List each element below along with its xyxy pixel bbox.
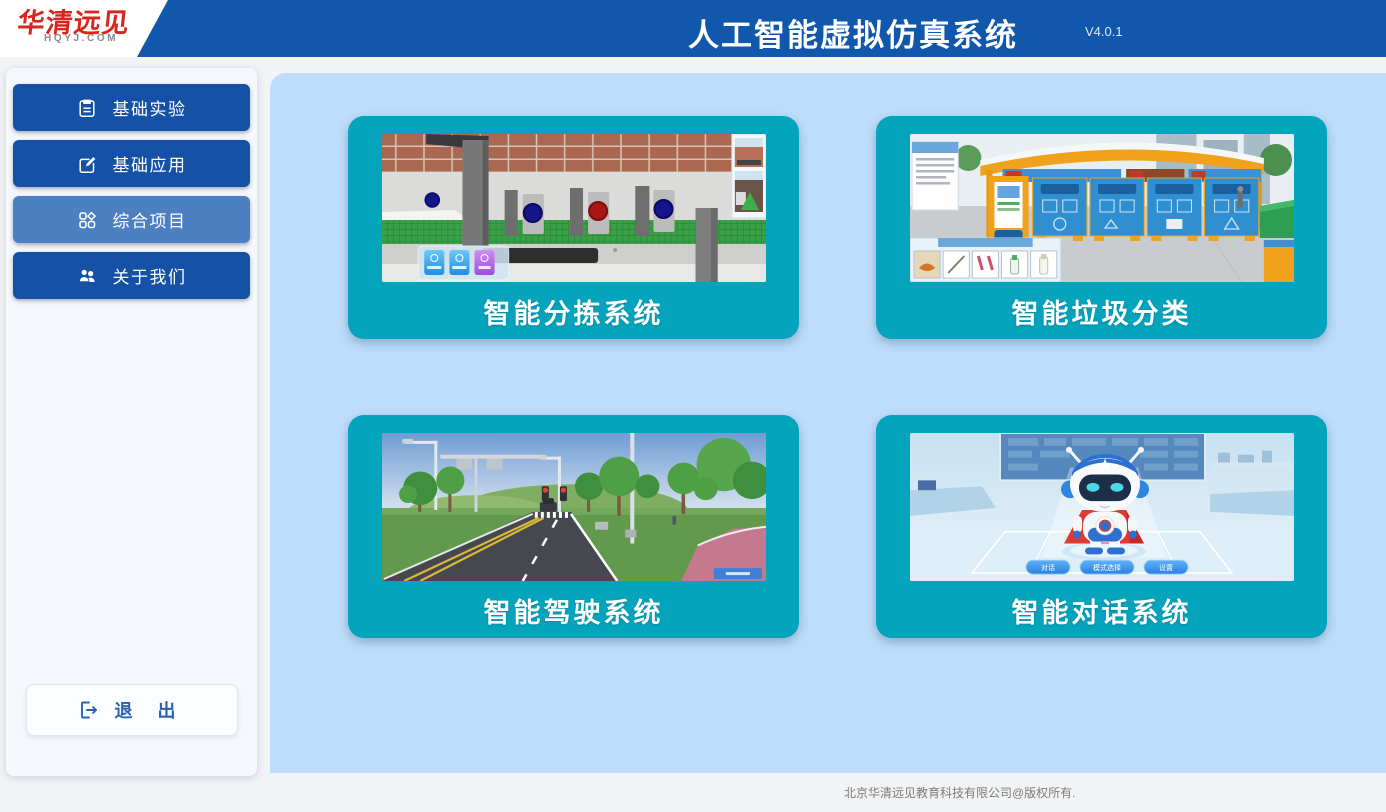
dialogue-scene-preview: 对话 模式选择 设置 [910, 433, 1294, 581]
sorting-scene-image [382, 134, 766, 282]
sidebar-item-label: 基础实验 [113, 95, 187, 120]
mode-select-button-label: 模式选择 [1093, 563, 1121, 572]
card-label: 智能对话系统 [876, 591, 1327, 630]
driving-scene-preview [382, 433, 766, 581]
sidebar-item-label: 关于我们 [113, 263, 187, 288]
card-garbage-classification[interactable]: 智能垃圾分类 [876, 116, 1327, 339]
edit-icon [77, 154, 97, 174]
header-bar: 华清远见 HQYJ.COM 人工智能虚拟仿真系统 V4.0.1 [0, 0, 1386, 57]
card-label: 智能分拣系统 [348, 292, 799, 331]
sorting-scene-preview [382, 134, 766, 282]
exit-label: 退 出 [114, 697, 185, 723]
sidebar-item-basic-applications[interactable]: 基础应用 [13, 140, 250, 187]
garbage-scene-image [910, 134, 1294, 282]
garbage-scene-preview [910, 134, 1294, 282]
card-label: 智能垃圾分类 [876, 292, 1327, 331]
main-content: 智能分拣系统 [270, 73, 1386, 773]
sidebar-item-label: 基础应用 [113, 151, 187, 176]
users-icon [77, 266, 97, 286]
exit-button[interactable]: 退 出 [26, 684, 238, 736]
logout-icon [78, 699, 100, 721]
card-dialogue-system[interactable]: 对话 模式选择 设置 智能对话系统 [876, 415, 1327, 638]
grid-icon [77, 210, 97, 230]
card-driving-system[interactable]: 智能驾驶系统 [348, 415, 799, 638]
sidebar-item-comprehensive-projects[interactable]: 综合项目 [13, 196, 250, 243]
page-title: 人工智能虚拟仿真系统 [688, 10, 1018, 55]
copyright-text: 北京华清远见教育科技有限公司@版权所有. [844, 784, 1076, 801]
sidebar-item-label: 综合项目 [113, 207, 187, 232]
card-sorting-system[interactable]: 智能分拣系统 [348, 116, 799, 339]
clipboard-icon [77, 98, 97, 118]
version-label: V4.0.1 [1085, 24, 1123, 39]
dialogue-button-label: 对话 [1041, 563, 1055, 572]
dialogue-scene-image: 对话 模式选择 设置 [910, 433, 1294, 581]
settings-button-label: 设置 [1159, 563, 1173, 572]
sidebar-item-basic-experiments[interactable]: 基础实验 [13, 84, 250, 131]
logo: 华清远见 HQYJ.COM [0, 0, 200, 57]
sidebar: 基础实验 基础应用 综合项目 关于我们 退 出 [6, 68, 257, 776]
logo-subtitle: HQYJ.COM [44, 33, 118, 44]
card-label: 智能驾驶系统 [348, 591, 799, 630]
driving-scene-image [382, 433, 766, 581]
sidebar-item-about-us[interactable]: 关于我们 [13, 252, 250, 299]
